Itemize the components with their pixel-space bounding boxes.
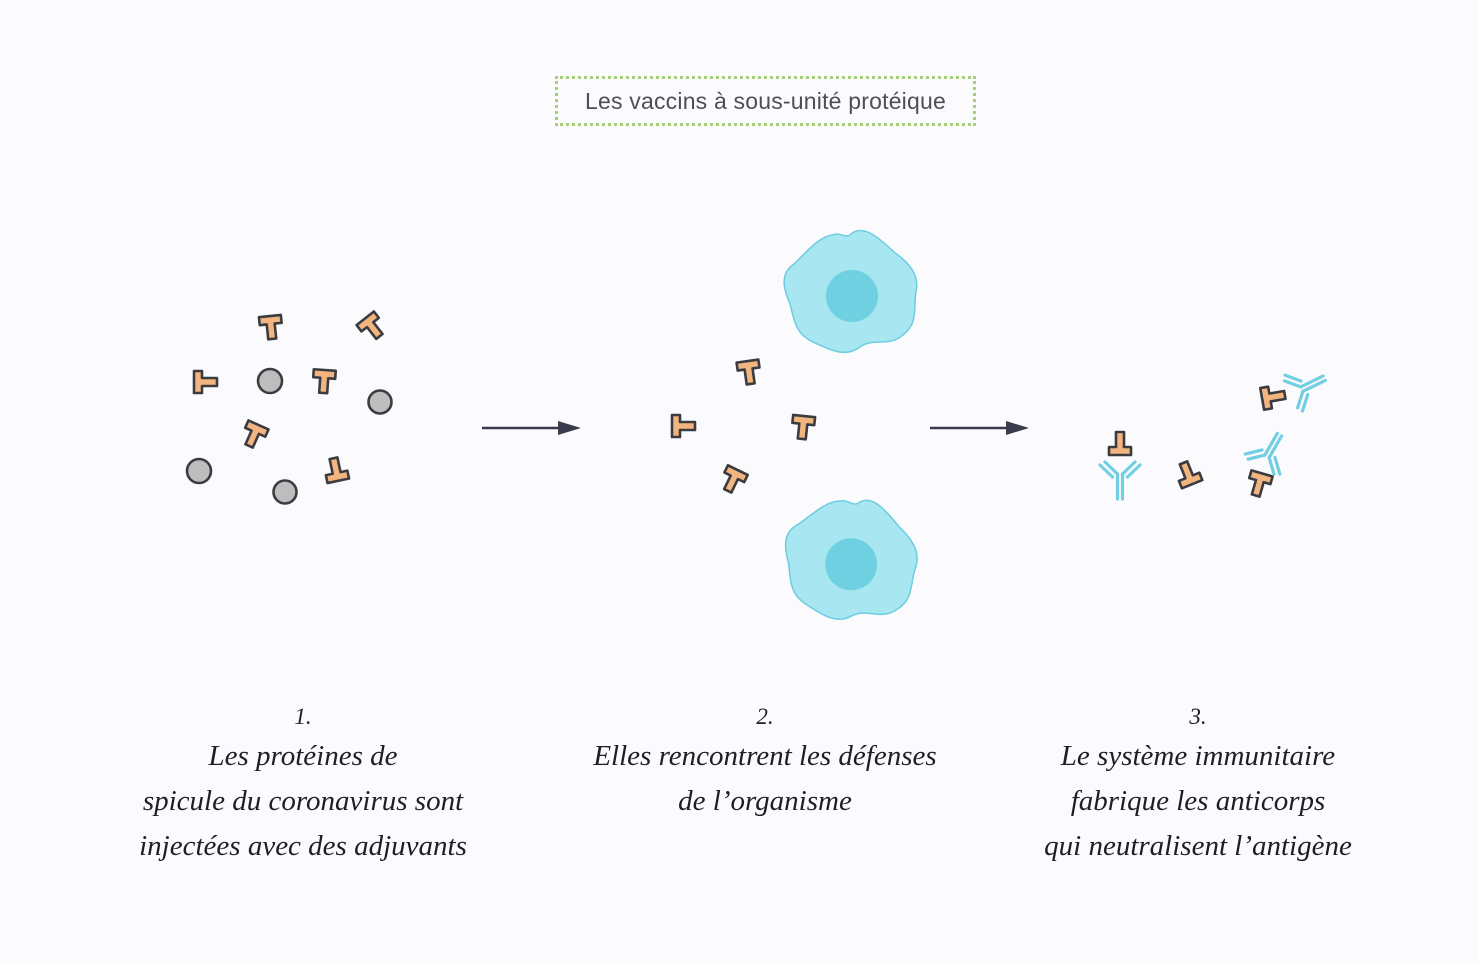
step3-illustration [1098, 358, 1335, 501]
spike-protein-icon [789, 413, 817, 442]
arrow-icon [930, 421, 1029, 435]
step-number: 1. [294, 704, 312, 729]
immune-cell-icon [783, 229, 918, 354]
spike-protein-icon [237, 419, 270, 452]
adjuvant-icon [367, 389, 393, 415]
spike-protein-icon [310, 367, 338, 396]
spike-protein-icon [1172, 457, 1204, 490]
antibody-icon [1098, 460, 1142, 501]
spike-protein-icon [257, 313, 285, 342]
arrow-icon [482, 421, 581, 435]
antibody-icon [1280, 358, 1335, 414]
caption-line: injectées avec des adjuvants [139, 830, 467, 862]
step-number: 3. [1189, 704, 1207, 729]
spike-protein-icon [355, 310, 390, 345]
spike-protein-icon [716, 463, 750, 497]
step2-caption: 2. Elles rencontrent les défenses de l’o… [555, 700, 975, 824]
step-number: 2. [756, 704, 774, 729]
antibody-icon [1242, 423, 1299, 479]
step2-illustration [670, 229, 926, 630]
spike-protein-icon [1243, 469, 1274, 500]
adjuvant-icon [272, 479, 298, 505]
caption-line: qui neutralisent l’antigène [1044, 830, 1352, 862]
caption-line: Les protéines de [208, 740, 398, 772]
spike-protein-icon [670, 413, 697, 439]
spike-protein-icon [321, 454, 351, 485]
caption-line: spicule du coronavirus sont [142, 785, 464, 817]
caption-line: Le système immunitaire [1060, 740, 1336, 772]
caption-line: Elles rencontrent les défenses [593, 740, 937, 772]
immune-cell-icon [775, 489, 926, 630]
caption-line: fabrique les anticorps [1070, 785, 1326, 817]
spike-protein-icon [1258, 382, 1289, 412]
adjuvant-icon [256, 367, 284, 395]
step1-illustration [185, 310, 393, 505]
step1-caption: 1. Les protéines de spicule du coronavir… [93, 700, 513, 869]
step3-caption: 3. Le système immunitaire fabrique les a… [988, 700, 1408, 869]
spike-protein-icon [192, 369, 219, 395]
adjuvant-icon [185, 457, 213, 485]
spike-protein-icon [1107, 430, 1133, 457]
caption-line: de l’organisme [678, 785, 852, 817]
spike-protein-icon [735, 358, 763, 387]
